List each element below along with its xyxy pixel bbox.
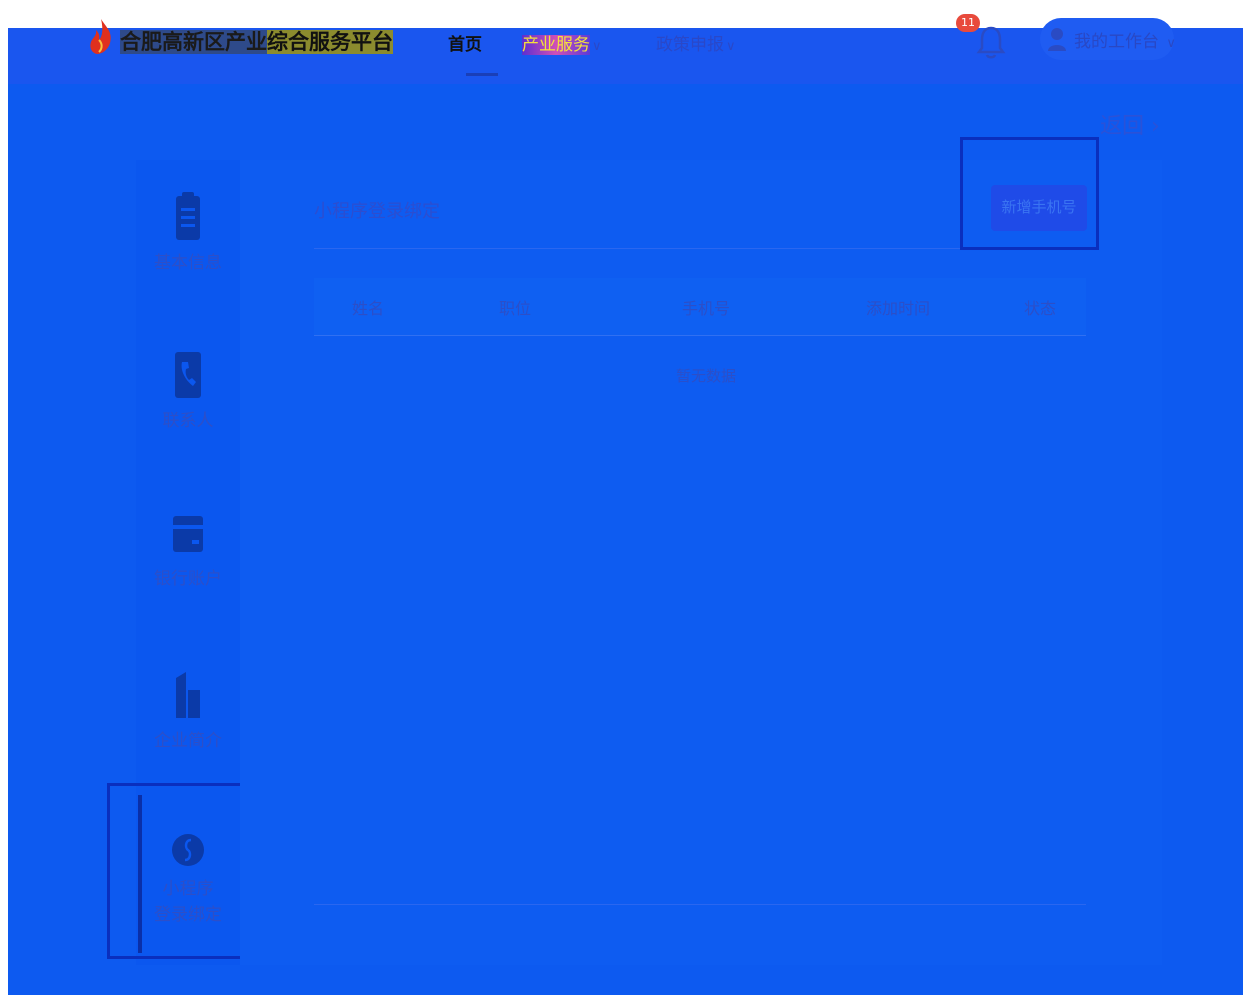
add-phone-button[interactable]: 新增手机号: [991, 185, 1087, 231]
top-header: 合肥高新区产业综合服务平台 首页 产业服务 ∨ 政策申报 ∨ 11 我的工作台 ∨: [0, 0, 1243, 84]
column-header-name: 姓名: [352, 299, 385, 318]
user-icon: [1048, 28, 1066, 51]
sidebar-highlight-box: [107, 783, 251, 959]
chevron-down-icon: ∨: [726, 39, 736, 54]
sidebar-item-contacts[interactable]: 联系人: [136, 352, 240, 434]
my-workbench-label: 我的工作台 ∨: [1074, 32, 1176, 52]
sidebar-item-label: 联系人: [162, 411, 214, 431]
sidebar-item-label: 基本信息: [154, 253, 222, 273]
column-header-phone: 手机号: [682, 299, 731, 318]
platform-title[interactable]: 合肥高新区产业综合服务平台: [120, 26, 393, 56]
nav-home[interactable]: 首页: [448, 30, 482, 55]
my-workbench-button[interactable]: 我的工作台 ∨: [1040, 18, 1176, 60]
page-title: 小程序登录绑定: [314, 201, 440, 222]
table-header: 姓名 职位 手机号 添加时间 状态: [314, 278, 1086, 336]
sidebar-item-label: 银行账户: [154, 569, 222, 589]
sidebar-item-bank-account[interactable]: 银行账户: [136, 512, 240, 592]
sidebar-item-basic-info[interactable]: 基本信息: [136, 192, 240, 276]
sidebar-item-label: 企业简介: [154, 731, 222, 751]
table-empty-text: 暂无数据: [676, 367, 737, 385]
back-link[interactable]: 返回 ›: [1100, 108, 1160, 140]
nav-industry-label: 产业服务: [522, 35, 590, 55]
bell-icon[interactable]: [976, 24, 1006, 60]
flame-logo-icon: [90, 19, 111, 54]
chevron-down-icon: ∨: [592, 39, 602, 54]
sidebar-item-company-profile[interactable]: 企业简介: [136, 670, 240, 754]
building-icon: [176, 672, 200, 718]
table-bottom-border: [314, 904, 1086, 905]
document-icon: [176, 192, 200, 240]
nav-policy-label: 政策申报: [656, 35, 724, 55]
nav-industry-services[interactable]: 产业服务 ∨: [522, 30, 602, 55]
nav-active-indicator: [466, 73, 498, 76]
nav-policy-declaration[interactable]: 政策申报 ∨: [656, 30, 736, 55]
platform-title-part-1: 合肥高新区产业: [120, 30, 267, 54]
chevron-down-icon: ∨: [1166, 36, 1176, 51]
bank-card-icon: [173, 516, 203, 552]
column-header-status: 状态: [1024, 299, 1057, 318]
column-header-position: 职位: [499, 299, 532, 318]
platform-title-part-2: 综合服务平台: [267, 30, 393, 54]
column-header-added-time: 添加时间: [866, 299, 931, 318]
contact-book-icon: [175, 352, 201, 398]
